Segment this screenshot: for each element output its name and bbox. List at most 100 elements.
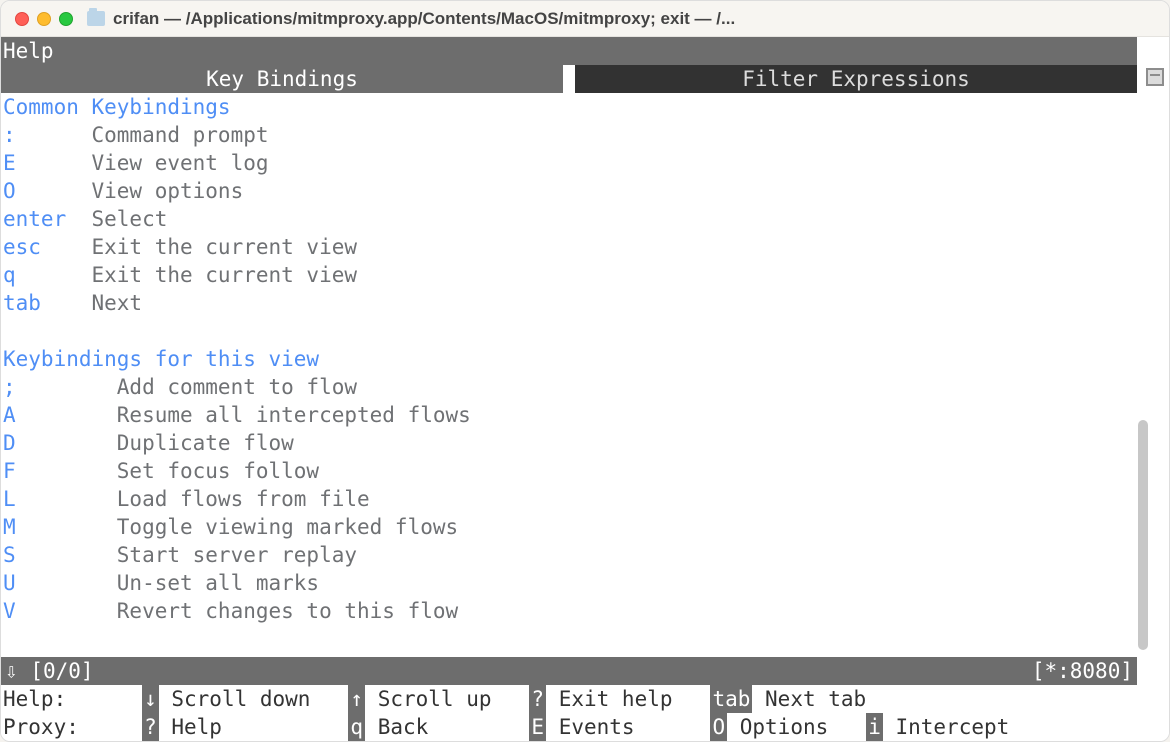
section-title: Common Keybindings — [3, 93, 1135, 121]
blank-row — [3, 317, 1135, 345]
keybinding-row: DDuplicate flow — [3, 429, 1135, 457]
keybinding-desc: View event log — [92, 151, 269, 175]
keybinding-key: : — [3, 121, 92, 149]
keybinding-row: FSet focus follow — [3, 457, 1135, 485]
footer-action: Scroll down — [159, 685, 349, 713]
close-icon[interactable] — [15, 12, 29, 26]
keybinding-row: tabNext — [3, 289, 1135, 317]
footer-label: Help: — [3, 685, 142, 713]
window-title: crifan — /Applications/mitmproxy.app/Con… — [113, 9, 735, 29]
footer-key[interactable]: ↑ — [348, 685, 365, 713]
keybinding-desc: Select — [92, 207, 168, 231]
keybinding-desc: View options — [92, 179, 244, 203]
keybinding-key: ; — [3, 373, 117, 401]
footer-label: Proxy: — [3, 713, 142, 741]
keybinding-row: SStart server replay — [3, 541, 1135, 569]
section-title: Keybindings for this view — [3, 345, 1135, 373]
keybinding-desc: Resume all intercepted flows — [117, 403, 471, 427]
keybinding-desc: Next — [92, 291, 143, 315]
keybinding-row: OView options — [3, 177, 1135, 205]
keybinding-key: D — [3, 429, 117, 457]
footer-item: ↑ Scroll up — [348, 685, 529, 713]
tab-gap — [563, 65, 575, 93]
minimize-icon[interactable] — [37, 12, 51, 26]
keybinding-row: UUn-set all marks — [3, 569, 1135, 597]
status-bar: ⇩ [0/0] [*:8080] — [1, 657, 1137, 685]
terminal-window: crifan — /Applications/mitmproxy.app/Con… — [0, 0, 1170, 742]
keybinding-row: :Command prompt — [3, 121, 1135, 149]
footer-key[interactable]: tab — [710, 685, 752, 713]
footer-action: Help — [159, 713, 349, 741]
footer-action: Intercept — [883, 713, 1022, 741]
footer-row: Help: ↓ Scroll down ↑ Scroll up ? Exit h… — [3, 685, 1135, 713]
footer-key[interactable]: ↓ — [142, 685, 159, 713]
help-content[interactable]: Common Keybindings:Command promptEView e… — [1, 93, 1137, 657]
footer-action: Next tab — [752, 685, 891, 713]
tabs-row: Key Bindings Filter Expressions — [1, 65, 1137, 93]
keybinding-key: U — [3, 569, 117, 597]
footer-item: O Options — [710, 713, 866, 741]
footer-action: Events — [546, 713, 710, 741]
keybinding-row: VRevert changes to this flow — [3, 597, 1135, 625]
footer-key[interactable]: i — [866, 713, 883, 741]
footer-key[interactable]: ? — [142, 713, 159, 741]
keybinding-row: MToggle viewing marked flows — [3, 513, 1135, 541]
footer-item: q Back — [348, 713, 529, 741]
keybinding-desc: Start server replay — [117, 543, 357, 567]
maximize-icon[interactable] — [59, 12, 73, 26]
footer-action: Scroll up — [365, 685, 529, 713]
keybinding-row: escExit the current view — [3, 233, 1135, 261]
footer-action: Options — [727, 713, 866, 741]
status-left: ⇩ [0/0] — [5, 657, 94, 685]
help-header: Help — [1, 37, 1137, 65]
footer-action: Back — [365, 713, 529, 741]
keybinding-key: E — [3, 149, 92, 177]
terminal-viewport[interactable]: Help Key Bindings Filter Expressions Com… — [1, 37, 1169, 741]
keybinding-desc: Set focus follow — [117, 459, 319, 483]
keybinding-key: O — [3, 177, 92, 205]
keybinding-row: EView event log — [3, 149, 1135, 177]
footer-action: Exit help — [546, 685, 710, 713]
keybinding-key: enter — [3, 205, 92, 233]
listen-address: [*:8080] — [1032, 657, 1133, 685]
footer-item: tab Next tab — [710, 685, 891, 713]
footer-key[interactable]: E — [529, 713, 546, 741]
footer-item: i Intercept — [866, 713, 1022, 741]
footer-key[interactable]: O — [710, 713, 727, 741]
keybinding-key: q — [3, 261, 92, 289]
keybinding-key: tab — [3, 289, 92, 317]
titlebar[interactable]: crifan — /Applications/mitmproxy.app/Con… — [1, 1, 1169, 37]
keybinding-key: L — [3, 485, 117, 513]
keybinding-key: S — [3, 541, 117, 569]
tab-filter-expressions[interactable]: Filter Expressions — [575, 65, 1137, 93]
footer-row: Proxy: ? Help q Back E Events O Options … — [3, 713, 1135, 741]
footer-key[interactable]: q — [348, 713, 365, 741]
scrollbar-thumb[interactable] — [1138, 420, 1148, 650]
keybinding-key: M — [3, 513, 117, 541]
footer-help: Help: ↓ Scroll down ↑ Scroll up ? Exit h… — [1, 685, 1137, 741]
keybinding-key: V — [3, 597, 117, 625]
keybinding-desc: Toggle viewing marked flows — [117, 515, 458, 539]
keybinding-desc: Exit the current view — [92, 235, 358, 259]
keybinding-key: F — [3, 457, 117, 485]
flow-indicator-icon: ⇩ — [5, 659, 18, 683]
keybinding-desc: Duplicate flow — [117, 431, 294, 455]
keybinding-desc: Revert changes to this flow — [117, 599, 458, 623]
traffic-lights — [15, 12, 73, 26]
keybinding-row: AResume all intercepted flows — [3, 401, 1135, 429]
footer-key[interactable]: ? — [529, 685, 546, 713]
folder-icon — [87, 11, 105, 26]
keybinding-row: qExit the current view — [3, 261, 1135, 289]
keybinding-row: enterSelect — [3, 205, 1135, 233]
footer-item: ↓ Scroll down — [142, 685, 348, 713]
keybinding-desc: Load flows from file — [117, 487, 370, 511]
keybinding-key: A — [3, 401, 117, 429]
keybinding-desc: Command prompt — [92, 123, 269, 147]
footer-item: ? Help — [142, 713, 348, 741]
panel-toggle-icon[interactable] — [1146, 68, 1164, 86]
keybinding-row: LLoad flows from file — [3, 485, 1135, 513]
tab-key-bindings[interactable]: Key Bindings — [1, 65, 563, 93]
keybinding-desc: Un-set all marks — [117, 571, 319, 595]
keybinding-row: ;Add comment to flow — [3, 373, 1135, 401]
keybinding-key: esc — [3, 233, 92, 261]
